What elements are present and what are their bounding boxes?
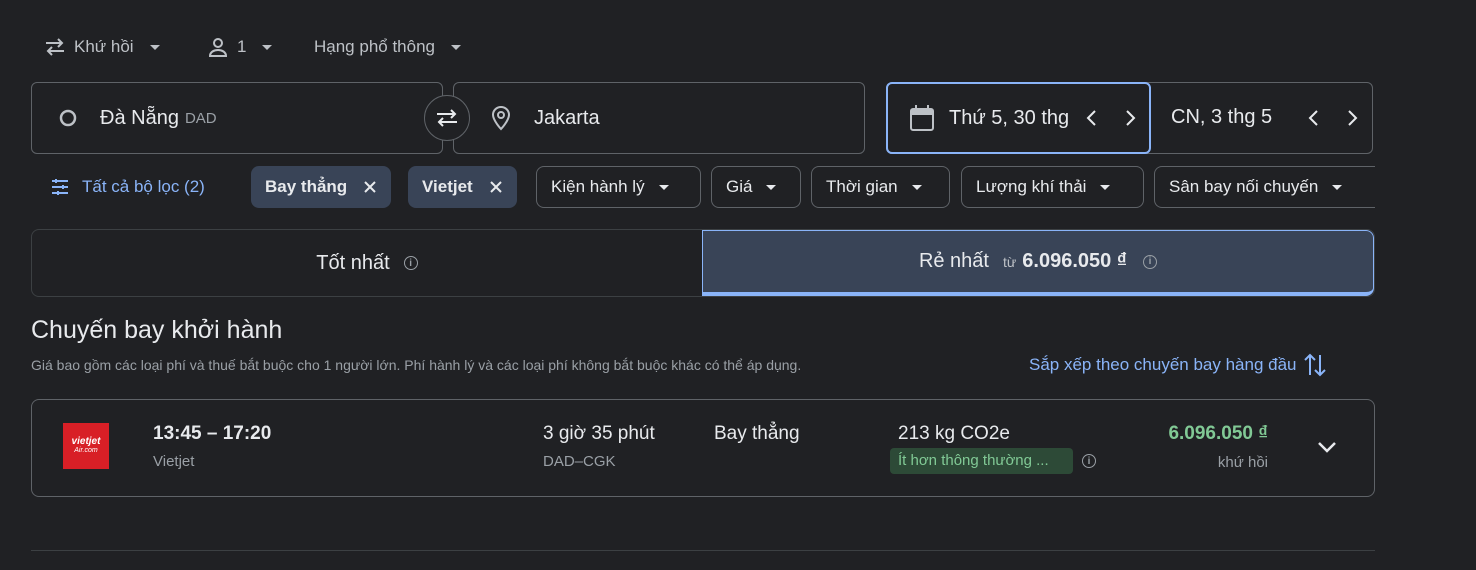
- filter-chip-label: Bay thẳng: [265, 177, 348, 196]
- flight-duration: 3 giờ 35 phút: [543, 423, 655, 444]
- trip-type-select[interactable]: Khứ hồi: [44, 30, 160, 64]
- divider: [31, 550, 1375, 551]
- filter-dropdown-label: Lượng khí thải: [976, 177, 1087, 196]
- chevron-down-icon: [262, 44, 273, 50]
- info-icon[interactable]: i: [1143, 254, 1158, 269]
- filter-dropdown-label: Kiện hành lý: [551, 177, 645, 196]
- chevron-down-icon: [911, 184, 922, 190]
- chevron-down-icon: [149, 44, 160, 50]
- sort-button[interactable]: Sắp xếp theo chuyến bay hàng đầu: [1029, 350, 1327, 380]
- passenger-select[interactable]: 1: [207, 30, 273, 64]
- tab-cheapest-label: Rẻ nhất: [918, 250, 989, 272]
- all-filters-label: Tất cả bộ lọc (2): [82, 177, 205, 196]
- person-icon: [208, 38, 228, 57]
- passenger-count: 1: [237, 37, 247, 56]
- sort-label: Sắp xếp theo chuyến bay hàng đầu: [1029, 355, 1297, 374]
- destination-field[interactable]: Jakarta: [453, 82, 865, 154]
- depart-date-field[interactable]: Thứ 5, 30 thg: [909, 83, 1069, 153]
- price-note: khứ hồi: [1217, 454, 1268, 471]
- vietjet-logo: vietjet Air.com: [63, 423, 109, 469]
- flight-price: 6.096.050 ₫: [1168, 423, 1268, 444]
- filter-bags-dropdown[interactable]: Kiện hành lý: [536, 166, 701, 208]
- section-title: Chuyến bay khởi hành: [31, 316, 283, 344]
- tab-best-label: Tốt nhất: [316, 251, 390, 274]
- trip-type-label: Khứ hồi: [74, 37, 134, 56]
- flight-result-card[interactable]: vietjet Air.com 13:45 – 17:20 Vietjet 3 …: [31, 399, 1375, 497]
- filter-dropdown-label: Giá: [726, 177, 753, 196]
- depart-next-button[interactable]: [1123, 109, 1137, 127]
- chevron-down-icon: [451, 44, 461, 50]
- cheapest-price: 6.096.050 ₫: [1022, 250, 1128, 272]
- chevron-down-icon: [766, 184, 777, 190]
- info-icon[interactable]: i: [1082, 454, 1096, 468]
- emissions-badge: Ít hơn thông thường ...: [890, 448, 1073, 474]
- filter-chip-label: Vietjet: [422, 177, 473, 196]
- depart-date: Thứ 5, 30 thg: [949, 106, 1069, 129]
- swap-arrows-icon: [46, 38, 64, 56]
- info-icon[interactable]: i: [403, 256, 418, 270]
- filter-dropdown-label: Thời gian: [826, 177, 898, 196]
- return-prev-button[interactable]: [1307, 109, 1321, 127]
- tab-cheapest[interactable]: Rẻ nhất từ 6.096.050 ₫ i: [702, 230, 1374, 296]
- expand-chevron-button[interactable]: [1316, 439, 1338, 455]
- chevron-down-icon: [1100, 184, 1111, 190]
- close-icon[interactable]: [363, 180, 377, 194]
- chevron-down-icon: [1332, 184, 1343, 190]
- cabin-class-label: Hạng phổ thông: [314, 37, 435, 56]
- tab-best[interactable]: Tốt nhất i: [32, 230, 702, 296]
- cabin-class-select[interactable]: Hạng phổ thông: [314, 30, 461, 64]
- origin-circle-icon: [59, 109, 77, 127]
- airline-name: Vietjet: [153, 453, 195, 470]
- chevron-down-icon: [658, 184, 669, 190]
- filter-price-dropdown[interactable]: Giá: [711, 166, 801, 208]
- all-filters-button[interactable]: Tất cả bộ lọc (2): [36, 166, 219, 208]
- filter-chip-nonstop[interactable]: Bay thẳng: [251, 166, 392, 208]
- swap-locations-button[interactable]: [424, 95, 470, 141]
- filter-connecting-airports-dropdown[interactable]: Sân bay nối chuyến: [1154, 166, 1375, 208]
- depart-prev-button[interactable]: [1085, 109, 1099, 127]
- flight-emissions: 213 kg CO2e: [898, 423, 1010, 444]
- cheapest-prefix: từ: [1003, 253, 1017, 270]
- origin-code: DAD: [184, 109, 217, 127]
- sort-tabs: Tốt nhất i Rẻ nhất từ 6.096.050 ₫ i: [31, 229, 1375, 297]
- return-date[interactable]: CN, 3 thg 5: [1171, 106, 1272, 129]
- date-picker[interactable]: Thứ 5, 30 thg CN, 3 thg 5: [886, 82, 1373, 154]
- flight-stops: Bay thẳng: [714, 423, 800, 444]
- filter-times-dropdown[interactable]: Thời gian: [811, 166, 950, 208]
- flight-times: 13:45 – 17:20: [153, 423, 272, 444]
- flight-route: DAD–CGK: [543, 453, 616, 470]
- filter-dropdown-label: Sân bay nối chuyến: [1169, 177, 1319, 196]
- price-disclaimer: Giá bao gồm các loại phí và thuế bắt buộ…: [31, 357, 802, 373]
- destination-name: Jakarta: [534, 106, 600, 129]
- origin-field[interactable]: Đà Nẵng DAD: [31, 82, 443, 154]
- origin-name: Đà Nẵng: [100, 106, 179, 129]
- location-pin-icon: [491, 105, 511, 131]
- swap-icon: [437, 109, 457, 127]
- tune-icon: [52, 179, 68, 195]
- calendar-icon: [910, 105, 934, 131]
- sort-arrows-icon: [1303, 353, 1326, 377]
- filter-chip-airline[interactable]: Vietjet: [408, 166, 517, 208]
- filter-emissions-dropdown[interactable]: Lượng khí thải: [961, 166, 1144, 208]
- return-next-button[interactable]: [1345, 109, 1359, 127]
- close-icon[interactable]: [489, 180, 503, 194]
